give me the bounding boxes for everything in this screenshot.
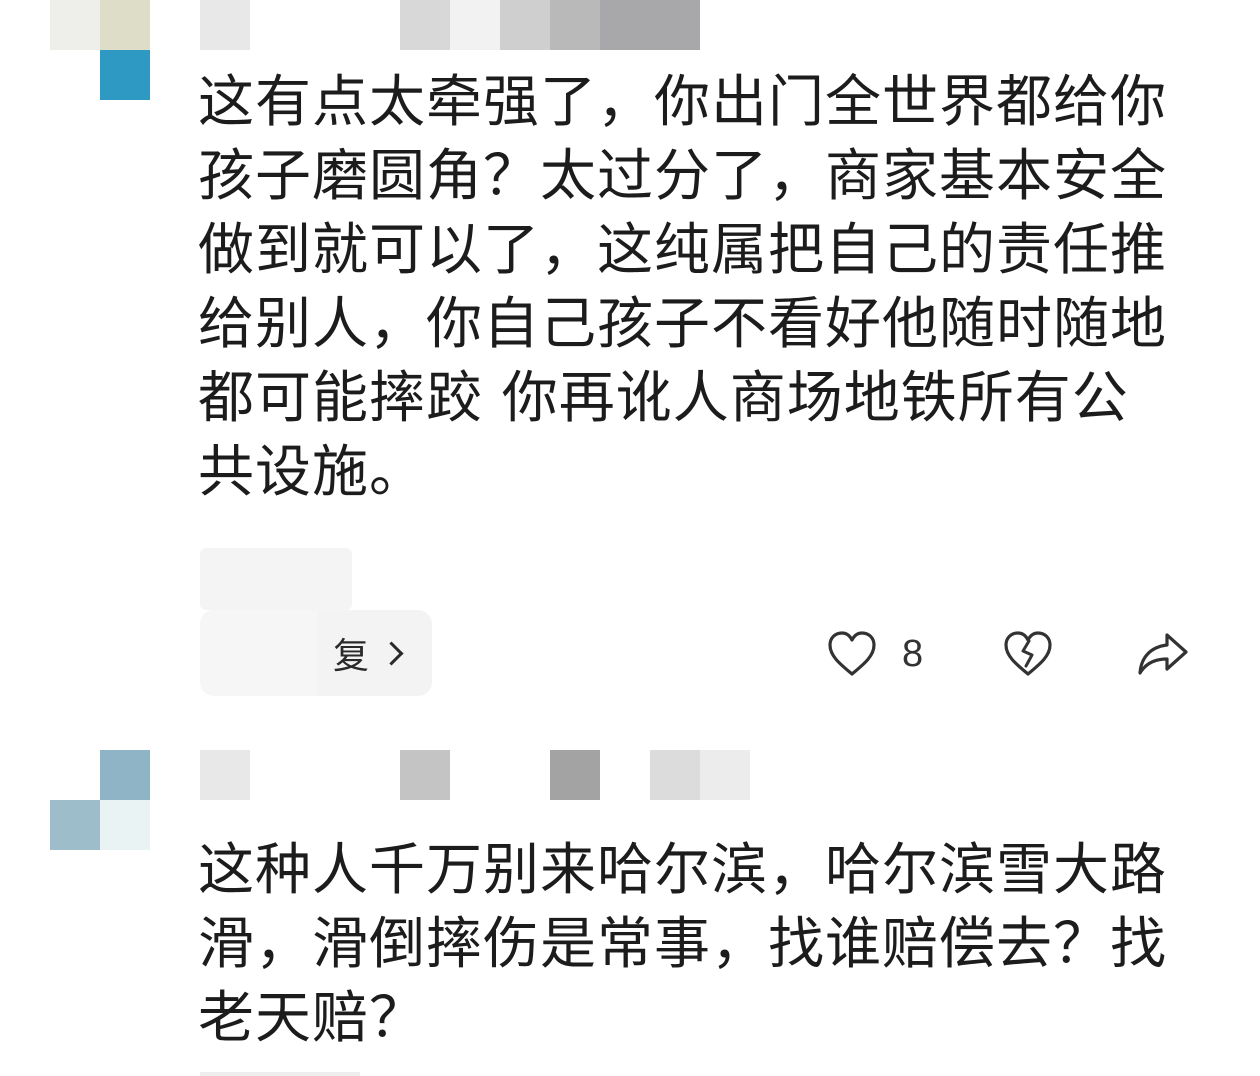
- comment-text: 这有点太牵强了，你出门全世界都给你孩子磨圆角？太过分了，商家基本安全做到就可以了…: [198, 70, 1167, 505]
- username-mosaic-block: [700, 750, 750, 800]
- broken-heart-icon: [1002, 630, 1054, 678]
- view-replies-button[interactable]: 复: [200, 610, 432, 696]
- avatar-tile: [50, 0, 100, 50]
- share-icon: [1136, 630, 1190, 678]
- username-mosaic-block: [650, 750, 700, 800]
- avatar-tile: [50, 50, 100, 100]
- share-button[interactable]: [1136, 626, 1190, 682]
- comment-meta-blurred: [200, 548, 352, 610]
- replies-count-blurred: [200, 610, 318, 696]
- username-blurred[interactable]: [200, 750, 760, 800]
- username-mosaic-block: [450, 750, 550, 800]
- comment: 这有点太牵强了，你出门全世界都给你孩子磨圆角？太过分了，商家基本安全做到就可以了…: [0, 0, 1260, 720]
- avatar-tile: [100, 50, 150, 100]
- replies-label: 复: [332, 636, 369, 677]
- username-mosaic-block: [600, 0, 700, 50]
- like-button[interactable]: 8: [826, 626, 923, 682]
- avatar[interactable]: [50, 0, 150, 100]
- comment-meta-blurred: [200, 1072, 360, 1076]
- dislike-button[interactable]: [1002, 626, 1054, 682]
- heart-icon: [826, 630, 878, 678]
- comment-text: 这种人千万别来哈尔滨，哈尔滨雪大路滑，滑倒摔伤是常事，找谁赔偿去？找老天赔？: [198, 838, 1167, 1051]
- avatar-tile: [100, 0, 150, 50]
- username-mosaic-block: [600, 750, 650, 800]
- chevron-right-icon: [379, 640, 404, 666]
- username-mosaic-block: [450, 0, 500, 50]
- username-mosaic-block: [250, 750, 400, 800]
- username-mosaic-block: [550, 750, 600, 800]
- username-mosaic-block: [200, 0, 250, 50]
- avatar-tile: [100, 800, 150, 850]
- username-mosaic-block: [200, 750, 250, 800]
- like-count: 8: [902, 632, 924, 675]
- username-mosaic-block: [400, 750, 450, 800]
- username-mosaic-block: [500, 0, 550, 50]
- username-mosaic-block: [250, 0, 400, 50]
- avatar-tile: [100, 750, 150, 800]
- comment: 这种人千万别来哈尔滨，哈尔滨雪大路滑，滑倒摔伤是常事，找谁赔偿去？找老天赔？: [0, 740, 1260, 1076]
- username-mosaic-block: [550, 0, 600, 50]
- avatar-tile: [50, 800, 100, 850]
- username-blurred[interactable]: [200, 0, 760, 50]
- avatar-tile: [50, 750, 100, 800]
- username-mosaic-block: [400, 0, 450, 50]
- avatar[interactable]: [50, 750, 150, 850]
